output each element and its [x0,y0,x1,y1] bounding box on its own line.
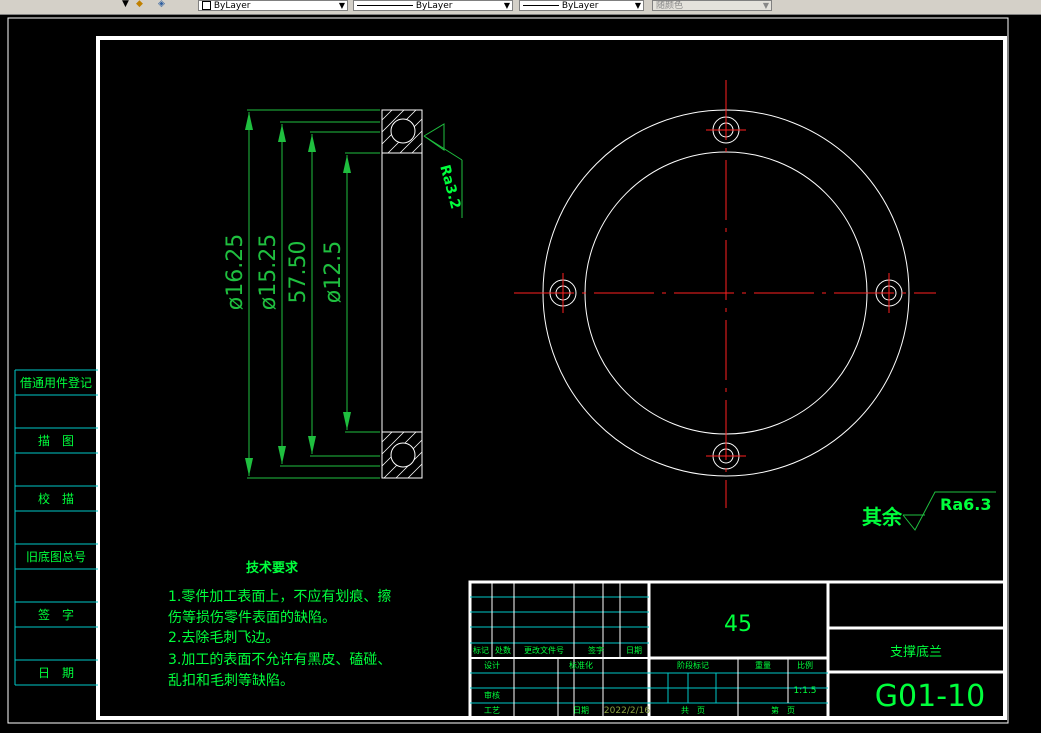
roughness-value: Ra3.2 [436,163,463,211]
tech-requirements: 技术要求 1.零件加工表面上，不应有划痕、擦 伤等损伤零件表面的缺陷。 2.去除… [168,560,391,689]
color-control-value: ByLayer [213,1,251,11]
tb-label-sign: 签字 [588,645,604,655]
tech-requirements-title: 技术要求 [246,560,299,576]
tb-part-name: 支撑底兰 [890,644,942,660]
chevron-down-icon: ▼ [338,1,345,10]
linetype-control-value: ByLayer [415,1,453,11]
tb-label-process: 工艺 [484,706,500,715]
side-stamp-column: 借通用件登记 描 图 校 描 旧底图总号 签 字 日 期 [14,369,98,686]
title-block: 标记 处数 更改文件号 签字 日期 设计 标准化 审核 工艺 日期 2022/2… [468,580,1007,720]
tb-scale-value: 1:1.5 [793,686,816,696]
tb-label-design: 设计 [484,660,500,670]
plotstyle-control[interactable]: 随颜色 ▼ [652,0,772,11]
surface-note-value: Ra6.3 [940,495,991,514]
tech-line-1: 1.零件加工表面上，不应有划痕、擦 [168,588,391,605]
tb-material: 45 [724,612,752,637]
tb-label-sheet: 第 页 [771,705,795,715]
side-label-borrow: 借通用件登记 [20,375,92,390]
tech-line-4: 3.加工的表面不允许有黑皮、磕碰、 [168,652,391,668]
tb-label-approve: 日期 [573,706,589,715]
lineweight-control-value: ByLayer [561,1,599,11]
tech-line-2: 伤等损伤零件表面的缺陷。 [168,609,336,626]
surface-finish-note: 其余 Ra6.3 [862,491,996,531]
dim-mid-diameter: ø15.25 [256,234,281,310]
outer-frame [7,17,1009,724]
linetype-control[interactable]: ByLayer ▼ [353,0,513,11]
chevron-down-icon: ▼ [762,1,769,10]
tb-label-mark: 标记 [473,645,489,655]
side-label-check: 校 描 [38,491,74,506]
tb-label-total: 共 页 [681,706,705,715]
side-label-sign: 签 字 [38,607,74,622]
tb-label-date: 日期 [626,646,642,655]
tech-line-5: 乱扣和毛刺等缺陷。 [168,672,294,689]
layer-states-icon[interactable]: ◆ [136,0,143,9]
tb-label-zone: 更改文件号 [524,645,564,655]
plotstyle-control-value: 随颜色 [656,1,684,11]
color-swatch-icon [202,1,211,10]
linetype-sample-icon [357,5,413,6]
color-control[interactable]: ByLayer ▼ [198,0,348,11]
chevron-down-icon: ▼ [503,1,510,10]
tb-label-stage: 阶段标记 [677,660,709,670]
dim-outer-diameter: ø16.25 [223,234,248,310]
section-view [381,109,423,479]
tb-label-standard: 标准化 [569,660,593,670]
layer-dropdown-arrow-icon[interactable]: ▼ [122,0,129,9]
layer-previous-icon[interactable]: ◈ [158,0,165,9]
dim-inner-diameter: ø12.5 [321,241,346,303]
tb-label-ratio: 比例 [797,660,813,670]
chevron-down-icon: ▼ [634,1,641,10]
dim-length: 57.50 [286,241,311,304]
side-label-old-no: 旧底图总号 [26,549,86,564]
tb-label-count: 处数 [495,645,511,655]
lineweight-sample-icon [523,5,559,6]
side-label-date: 日 期 [38,666,74,680]
tb-date-value: 2022/2/16 [604,706,650,716]
tb-label-review: 审核 [484,690,500,700]
properties-toolbar: ▼ ◆ ◈ ByLayer ▼ ByLayer ▼ ByLayer ▼ 随颜色 … [0,0,1041,15]
surface-note-prefix: 其余 [862,505,903,529]
tb-label-weight: 重量 [755,660,771,670]
front-view [514,80,936,508]
lineweight-control[interactable]: ByLayer ▼ [519,0,644,11]
drawing-canvas[interactable]: 借通用件登记 描 图 校 描 旧底图总号 签 字 日 期 ø16.25 ø15.… [0,14,1041,733]
tb-drawing-number: G01-10 [875,679,985,714]
tech-line-3: 2.去除毛刺飞边。 [168,630,279,646]
side-label-trace: 描 图 [38,434,74,448]
